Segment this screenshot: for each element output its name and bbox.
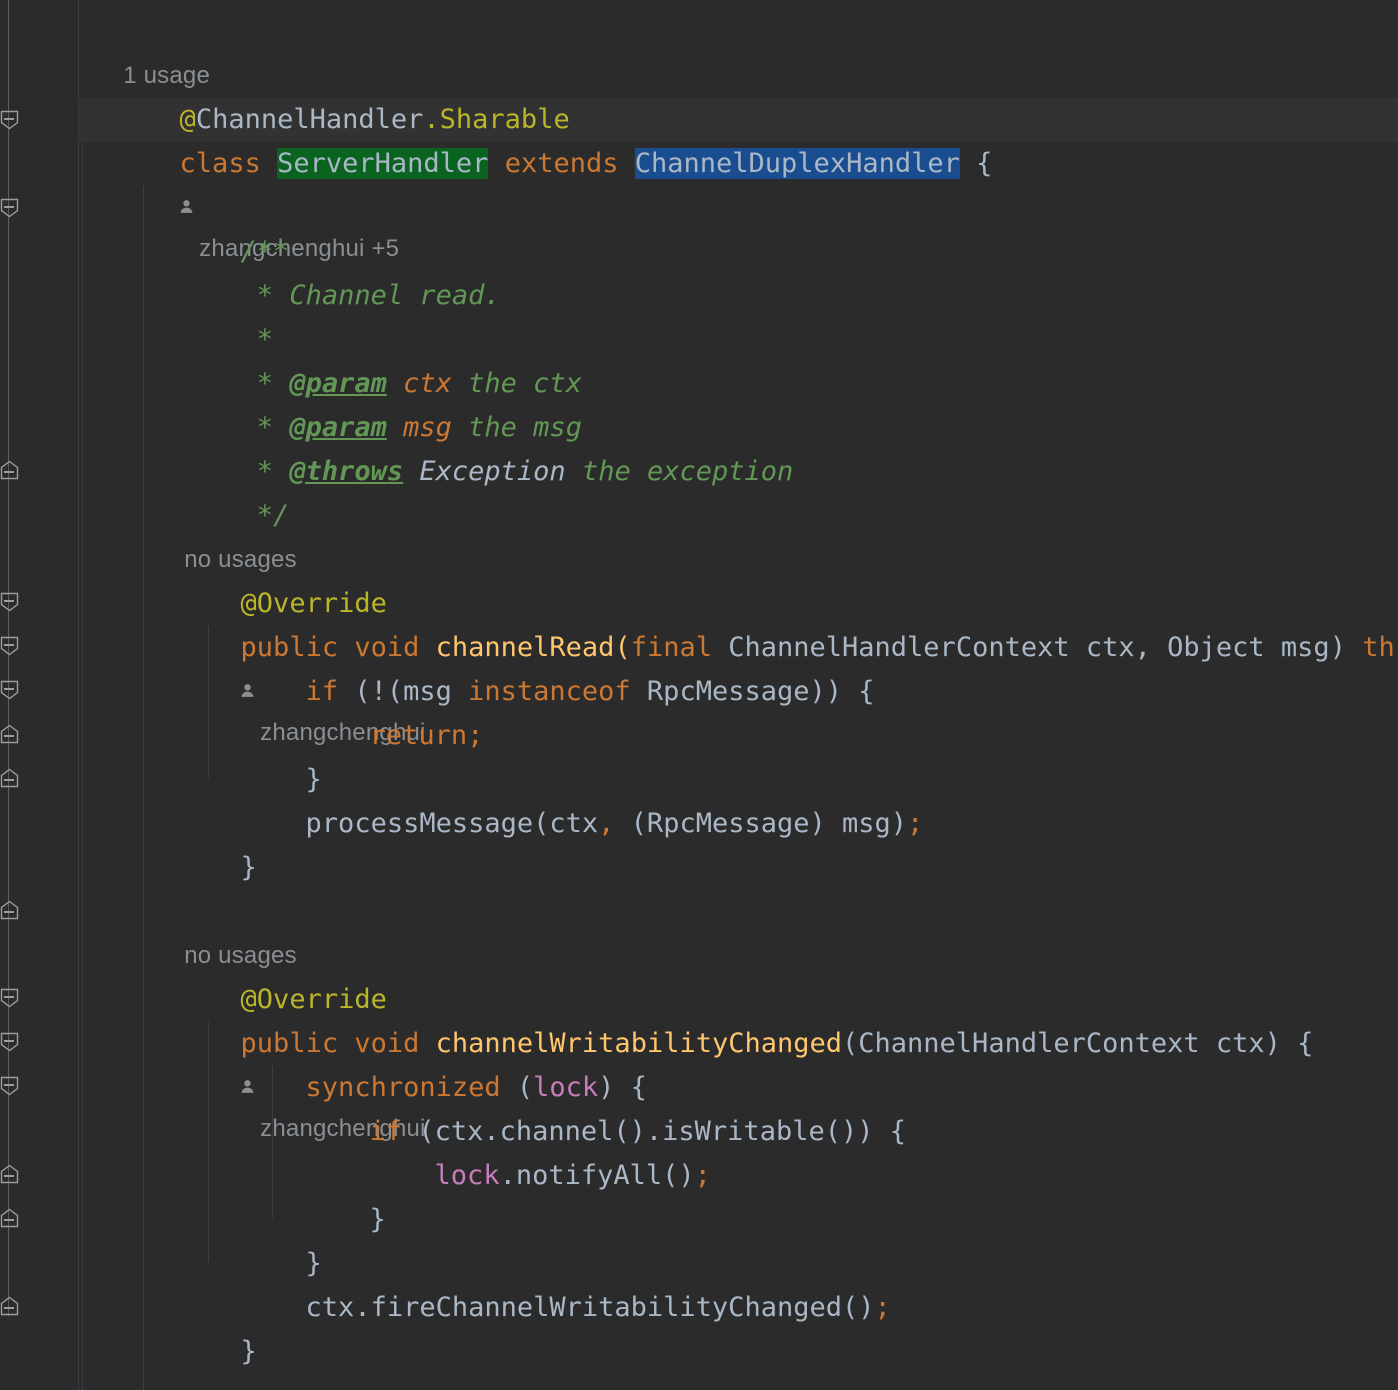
inner-if-statement-line: if (ctx.channel().isWritable()) {: [0, 1066, 906, 1147]
method-signature-channel-writability-changed: public void channelWritabilityChanged(Ch…: [0, 978, 1314, 1059]
fold-minus-glyph: [4, 1040, 14, 1042]
method2-parameters: (ChannelHandlerContext ctx) {: [842, 1028, 1314, 1059]
fold-minus-glyph: [4, 1219, 14, 1221]
fold-minus-icon[interactable]: [0, 988, 19, 1008]
fold-minus-glyph: [4, 1175, 14, 1177]
close-brace: }: [240, 852, 257, 883]
close-brace: }: [240, 1336, 257, 1367]
fold-minus-glyph: [4, 996, 14, 998]
fold-minus-icon[interactable]: [0, 724, 19, 744]
javadoc-tag-throws[interactable]: @throws: [289, 456, 403, 487]
keyword-throws: throws: [1362, 632, 1398, 663]
fold-minus-icon[interactable]: [0, 110, 19, 130]
class-name-highlight[interactable]: ServerHandler: [277, 148, 489, 179]
semicolon: ;: [694, 1160, 711, 1191]
semicolon: ;: [467, 720, 484, 751]
superclass-name-highlight[interactable]: ChannelDuplexHandler: [634, 148, 960, 179]
notify-all-call: .notifyAll(): [499, 1160, 695, 1191]
fold-minus-icon[interactable]: [0, 768, 19, 788]
fold-minus-glyph: [4, 206, 14, 208]
fold-minus-glyph: [4, 118, 14, 120]
fold-minus-glyph: [4, 688, 14, 690]
javadoc-throws-type: Exception: [403, 456, 566, 487]
fold-minus-glyph: [4, 1084, 14, 1086]
synchronized-statement-line: synchronized (lock) {: [305, 1072, 647, 1103]
fold-minus-icon[interactable]: [0, 198, 19, 218]
fold-minus-glyph: [4, 1307, 14, 1309]
fold-marker-layer[interactable]: [0, 0, 78, 1390]
class-declaration-line: class ServerHandler extends ChannelDuple…: [0, 98, 992, 179]
fold-minus-icon[interactable]: [0, 900, 19, 920]
fold-minus-icon[interactable]: [0, 592, 19, 612]
keyword-return: return: [369, 720, 468, 751]
keyword-extends: extends: [504, 148, 619, 179]
fold-minus-glyph: [4, 644, 14, 646]
fold-minus-glyph: [4, 471, 14, 473]
javadoc-throws-line: * @throws Exception the exception: [0, 406, 793, 487]
if-statement-line: if (!(msg instanceof RpcMessage)) {: [305, 676, 875, 707]
javadoc-throws-desc: the exception: [565, 456, 794, 487]
keyword-instanceof: instanceof: [468, 676, 631, 707]
javadoc-param-ctx-line: * @param ctx the ctx: [0, 318, 582, 399]
fold-minus-icon[interactable]: [0, 1076, 19, 1096]
fold-minus-glyph: [4, 911, 14, 913]
javadoc-param-msg-line: * @param msg the msg: [0, 362, 582, 443]
fold-minus-icon[interactable]: [0, 680, 19, 700]
javadoc-summary: * Channel read.: [240, 280, 501, 311]
fold-minus-icon[interactable]: [0, 1296, 19, 1316]
fold-minus-icon[interactable]: [0, 1032, 19, 1052]
class-annotation-line: @ChannelHandler.Sharable: [0, 54, 570, 135]
fold-minus-glyph: [4, 600, 14, 602]
keyword-class: class: [179, 148, 261, 179]
field-lock[interactable]: lock: [435, 1160, 500, 1191]
method-signature-channel-read: public void channelRead(final ChannelHan…: [0, 582, 1398, 663]
process-message-call-line: processMessage(ctx, (RpcMessage) msg);: [305, 808, 924, 839]
semicolon: ;: [874, 1292, 891, 1323]
code-editor-pane[interactable]: 1 usage zhangchenghui +5 @ChannelHandler…: [0, 0, 1398, 1390]
fold-minus-icon[interactable]: [0, 636, 19, 656]
class-open-brace: {: [976, 148, 993, 179]
close-brace: }: [369, 1204, 386, 1235]
fold-minus-glyph: [4, 779, 14, 781]
fold-minus-icon[interactable]: [0, 460, 19, 480]
fold-minus-icon[interactable]: [0, 1164, 19, 1184]
fold-minus-glyph: [4, 735, 14, 737]
lock-notify-all-line: lock.notifyAll();: [0, 1110, 711, 1191]
semicolon: ;: [907, 808, 924, 839]
fire-channel-writability-changed-line: ctx.fireChannelWritabilityChanged();: [305, 1292, 891, 1323]
fold-minus-icon[interactable]: [0, 1208, 19, 1228]
